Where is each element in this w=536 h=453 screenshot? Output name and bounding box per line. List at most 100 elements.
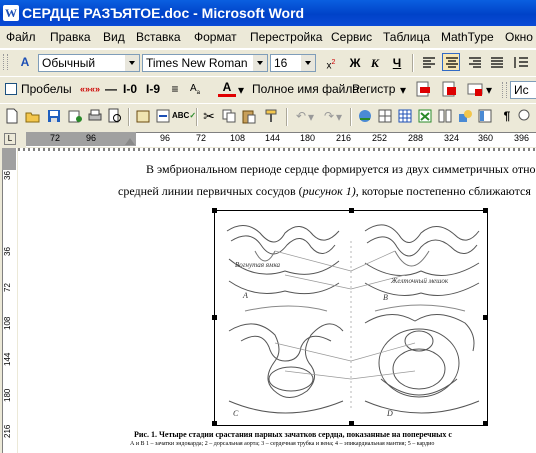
resize-handle[interactable] [349,421,354,426]
chevron-down-icon[interactable]: ▾ [398,81,408,99]
copy-icon[interactable] [220,107,238,125]
tables-borders-icon[interactable] [376,107,394,125]
word-app-icon[interactable]: W [3,5,19,21]
figure-caption: Рис. 1. Четыре стадии срастания парных з… [134,430,452,439]
print-icon[interactable] [86,107,104,125]
menu-view[interactable]: Вид [103,30,125,44]
embryo-heart-figure[interactable]: Вогнутая ямка Желточный мешок A B C D [212,208,488,426]
font-size-value: 16 [274,56,288,70]
font-color-icon[interactable]: A [218,80,236,97]
spaces-checkbox[interactable] [5,83,17,95]
font-select[interactable]: Times New Roman [142,54,268,72]
columns-icon[interactable] [436,107,454,125]
spelling-icon[interactable]: ABC✓ [172,107,196,125]
standard-toolbar: ABC✓ ✂ ↶ ▾ ↷ ▾ ¶ [0,103,536,131]
line-spacing-icon[interactable] [512,54,530,72]
new-document-icon[interactable] [3,107,21,125]
font-size-select[interactable]: 16 [270,54,316,72]
align-left-icon[interactable] [420,54,438,72]
resize-handle[interactable] [212,421,217,426]
ruler-tick: 360 [478,133,494,143]
resize-handle[interactable] [483,315,488,320]
pdf-settings-icon[interactable] [440,80,458,98]
menu-table[interactable]: Таблица [383,30,430,44]
ruler-tick: 288 [408,133,424,143]
research-icon[interactable] [134,107,152,125]
ruler-tick: 72 [50,133,61,143]
underline-icon[interactable]: Ч [388,54,406,72]
ruler-tick: 144 [3,352,12,366]
vertical-ruler[interactable]: 36 36 72 108 144 180 216 [0,148,18,453]
styles-pane-icon[interactable]: A [16,53,34,71]
ruler-tick: 216 [336,133,352,143]
format-painter-icon[interactable] [262,107,280,125]
italic-icon[interactable]: К [366,54,384,72]
menu-mathtype[interactable]: MathType [441,30,494,44]
menu-rearrange[interactable]: Перестройка [250,30,322,44]
chevron-down-icon[interactable] [125,55,139,71]
menu-insert[interactable]: Вставка [136,30,181,44]
formatting-toolbar: A Обычный Times New Roman 16 x2 Ж К Ч [0,49,536,77]
dash-icon[interactable]: — [102,80,120,98]
menu-file[interactable]: Файл [6,30,36,44]
chevron-down-icon[interactable]: ▾ [306,108,316,126]
menu-edit[interactable]: Правка [50,30,91,44]
quotes-icon[interactable]: «»«» [80,80,100,98]
justify-icon[interactable] [488,54,506,72]
ruler-tick: 96 [160,133,171,143]
resize-handle[interactable] [483,421,488,426]
chevron-down-icon[interactable]: ▾ [484,81,494,99]
permission-icon[interactable] [66,107,84,125]
menu-tools[interactable]: Сервис [331,30,372,44]
resize-handle[interactable] [349,208,354,213]
insert-table-icon[interactable] [396,107,414,125]
ruler-tick: 144 [265,133,281,143]
partial-combo[interactable]: Ис [510,81,536,99]
tab-selector-icon[interactable]: L [4,133,16,145]
ruler-tick: 180 [300,133,316,143]
menu-window[interactable]: Окно [505,30,533,44]
cut-icon[interactable]: ✂ [200,107,218,125]
resize-handle[interactable] [212,208,217,213]
resize-handle[interactable] [483,208,488,213]
pdf-icon[interactable] [414,80,432,98]
print-preview-icon[interactable] [106,107,124,125]
document-page[interactable]: В эмбриональном периоде сердце формирует… [18,148,536,453]
full-filename-button[interactable]: Полное имя файла [252,82,359,96]
chevron-down-icon[interactable] [301,55,315,71]
insert-excel-icon[interactable] [416,107,434,125]
open-folder-icon[interactable] [24,107,42,125]
en-dash-icon[interactable]: ≡ [166,80,184,98]
ruler-tick: 252 [372,133,388,143]
ruler-tick: 180 [3,388,12,402]
menu-format[interactable]: Формат [194,30,237,44]
chevron-down-icon[interactable] [253,55,267,71]
drawing-icon[interactable] [456,107,474,125]
align-center-icon[interactable] [442,53,460,71]
dash-range-icon[interactable]: I-9 [144,80,162,98]
pdf-email-icon[interactable] [466,80,484,98]
toolbar-grip[interactable] [3,54,8,70]
hyperlink-icon[interactable] [356,107,374,125]
translate-icon[interactable] [154,107,172,125]
indent-marker-icon[interactable] [125,138,135,145]
style-select[interactable]: Обычный [38,54,140,72]
align-right-icon[interactable] [466,54,484,72]
figure-caption-legend: А и В 1 – зачатки эндокарда; 2 – дорсаль… [130,441,435,447]
document-map-icon[interactable] [476,107,494,125]
bold-icon[interactable]: Ж [346,54,364,72]
dash-number-icon[interactable]: I-0 [121,80,139,98]
superscript-icon[interactable]: x2 [322,54,340,72]
horizontal-ruler[interactable]: L 72 96 96 72 108 144 180 216 252 288 32… [0,130,536,148]
ruler-tick: 72 [196,133,207,143]
save-icon[interactable] [45,107,63,125]
chevron-down-icon[interactable]: ▾ [236,81,246,99]
resize-handle[interactable] [212,315,217,320]
show-formatting-icon[interactable]: ¶ [498,107,516,125]
zoom-icon[interactable] [516,107,534,125]
chevron-down-icon[interactable]: ▾ [334,108,344,126]
font-size-decrease-icon[interactable]: Aa [186,80,204,98]
paste-icon[interactable] [240,107,258,125]
case-button[interactable]: Регистр [352,82,395,96]
paragraph-line-1: В эмбриональном периоде сердце формирует… [146,162,536,176]
